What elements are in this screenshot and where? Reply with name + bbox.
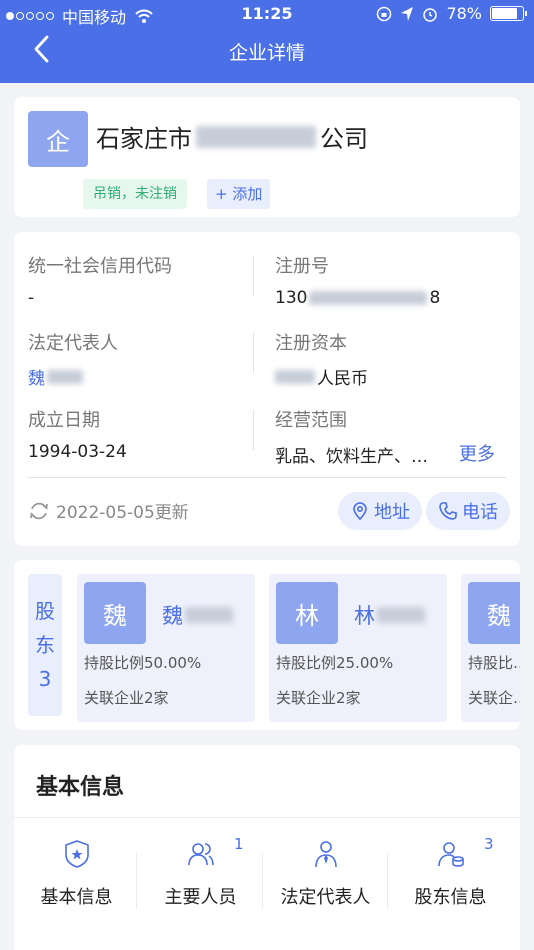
founded-label: 成立日期 [28,410,100,431]
shareholder-icon [438,842,464,867]
person-tie-icon [315,841,337,868]
redacted-text [47,369,83,384]
redacted-text [275,369,315,384]
company-logo: 企 [28,111,88,167]
phone-button[interactable]: 电话 [426,492,510,530]
related-companies: 关联企… [468,689,520,707]
rotation-lock-icon [377,6,392,21]
share-ratio: 持股比例25.00% [276,654,394,672]
shareholders-tab[interactable]: 股 东 3 [28,574,62,716]
redacted-text [377,607,425,623]
refresh-icon [30,502,48,519]
item-count: 1 [234,835,244,853]
company-name-prefix: 石家庄市 [96,125,192,153]
address-button[interactable]: 地址 [338,492,422,530]
avatar: 林 [276,582,338,644]
scope-label: 经营范围 [275,410,347,431]
capital-value-row: 人民币 [275,364,368,389]
address-button-label: 地址 [374,502,410,523]
status-badge: 吊销，未注销 [83,179,187,209]
people-icon [188,843,214,866]
related-companies: 关联企业2家 [276,689,361,707]
nav-bar: 企业详情 [0,28,534,72]
legal-rep-value: 魏 [28,369,45,389]
section-title: 基本信息 [36,775,125,800]
divider [253,333,254,373]
location-pin-icon [353,502,367,521]
reg-no-suffix: 8 [429,288,441,308]
scope-value: 乳品、饮料生产、… [275,447,428,467]
shareholder-name: 林 [354,600,425,630]
credit-code-value: - [28,288,35,308]
basic-info-card: 基本信息 基本信息 1 主要人员 法定代表人 3 股东信息 [14,745,520,950]
divider [253,256,254,296]
badge-icon [65,840,89,868]
page-title: 企业详情 [228,42,305,64]
company-name-suffix: 公司 [320,125,368,153]
grid-item-label: 主要人员 [164,887,237,908]
location-icon [401,6,414,21]
credit-code-label: 统一社会信用代码 [28,256,172,277]
phone-icon [439,502,457,520]
grid-item-label: 基本信息 [40,887,113,908]
shareholder-card[interactable]: 魏 持股比… 关联企… [461,574,520,722]
divider [136,853,137,909]
battery-percent: 78% [446,4,482,23]
reg-no-label: 注册号 [275,256,329,277]
shareholder-name-text: 魏 [162,604,183,628]
share-ratio: 持股比例50.00% [84,654,202,672]
grid-item-shareholder-info[interactable]: 3 股东信息 [388,817,513,937]
grid-item-label: 股东信息 [414,887,487,908]
related-companies: 关联企业2家 [84,689,169,707]
shareholder-name-text: 林 [354,604,375,628]
grid-item-key-personnel[interactable]: 1 主要人员 [138,817,263,937]
reg-no-value: 130 8 [275,288,440,308]
legal-rep-label: 法定代表人 [28,333,118,354]
shareholders-card: 股 东 3 魏 魏 持股比例50.00% 关联企业2家 林 林 持股比例25.0… [14,560,520,730]
shareholder-card[interactable]: 魏 魏 持股比例50.00% 关联企业2家 [77,574,255,722]
alarm-icon [423,7,438,22]
company-card: 企 石家庄市 公司 吊销，未注销 + 添加 [14,97,520,217]
update-text: 2022-05-05更新 [56,503,189,523]
reg-no-prefix: 130 [275,288,308,308]
shareholder-card[interactable]: 林 林 持股比例25.00% 关联企业2家 [269,574,447,722]
status-bar: 中国移动 11:25 78% [0,0,534,28]
avatar: 魏 [84,582,146,644]
shareholder-count: 3 [38,667,52,691]
status-right: 78% [376,4,527,23]
legal-rep-link[interactable]: 魏 [28,364,83,389]
company-name: 石家庄市 公司 [96,119,368,154]
tab-char: 东 [35,633,55,657]
grid-item-label: 法定代表人 [280,887,371,908]
registration-info-card: 统一社会信用代码 - 注册号 130 8 法定代表人 魏 注册资本 人民币 成立… [14,232,520,546]
app-header: 中国移动 11:25 78% 企业详情 [0,0,534,83]
grid-item-legal-rep[interactable]: 法定代表人 [263,817,388,937]
scope-more-link[interactable]: 更多 [459,440,495,466]
redacted-text [185,607,233,623]
grid-item-basic-info[interactable]: 基本信息 [14,817,139,937]
avatar: 魏 [468,582,520,644]
divider [253,410,254,450]
phone-button-label: 电话 [462,502,498,523]
redacted-text [196,125,316,148]
shareholder-name: 魏 [162,600,233,630]
tab-char: 股 [35,599,55,623]
redacted-text [309,291,428,305]
founded-value: 1994-03-24 [28,442,127,462]
add-tag-button[interactable]: + 添加 [207,179,271,209]
capital-value: 人民币 [317,369,368,389]
share-ratio: 持股比… [468,654,520,672]
item-count: 3 [484,835,494,853]
divider [28,477,506,478]
capital-label: 注册资本 [275,333,347,354]
update-info: 2022-05-05更新 [28,498,189,523]
battery-icon [490,6,527,21]
